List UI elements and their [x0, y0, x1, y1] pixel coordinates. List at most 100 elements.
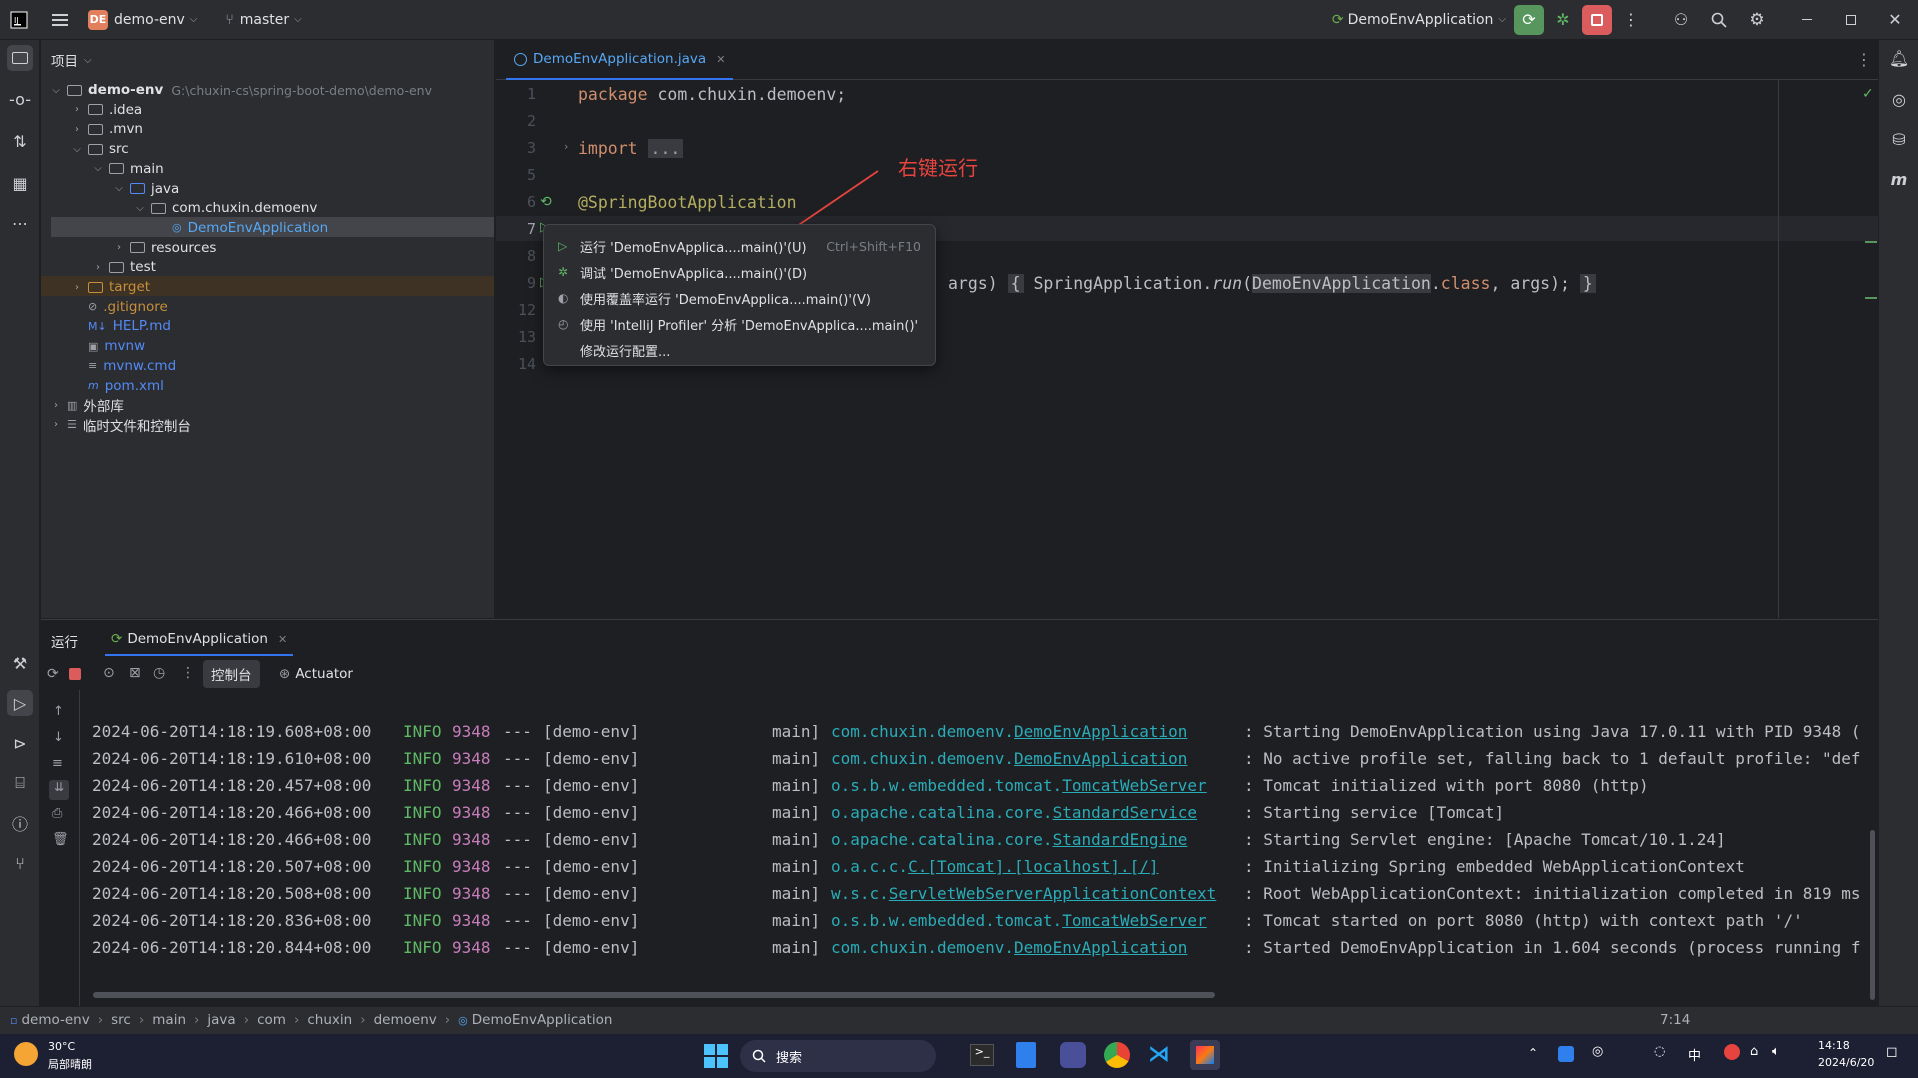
- database-button[interactable]: ⛁: [1886, 126, 1912, 152]
- volume-icon[interactable]: 🔈︎: [1772, 1044, 1780, 1059]
- project-tool-button[interactable]: [7, 45, 33, 71]
- chevron-down-icon[interactable]: ⌵: [91, 163, 105, 174]
- project-panel-title[interactable]: 项目 ⌵: [51, 50, 92, 70]
- rerun-icon[interactable]: ⟳: [47, 666, 59, 682]
- weather-desc[interactable]: 局部晴朗: [48, 1056, 92, 1072]
- run-tab[interactable]: ⟳ DemoEnvApplication ✕: [105, 624, 294, 656]
- main-menu-icon[interactable]: [46, 5, 76, 35]
- chevron-down-icon[interactable]: ⌵: [112, 183, 126, 194]
- maven-button[interactable]: m: [1886, 166, 1912, 192]
- caret-position[interactable]: 7:14: [1660, 1012, 1690, 1028]
- log-logger-link[interactable]: StandardService: [1053, 803, 1198, 822]
- chevron-right-icon[interactable]: ›: [112, 242, 126, 253]
- actuator-tab[interactable]: ⊛ Actuator: [279, 660, 353, 688]
- run-tool-button[interactable]: ▷: [7, 690, 33, 716]
- clock-date[interactable]: 2024/6/20: [1818, 1056, 1874, 1069]
- breadcrumb-item[interactable]: main: [152, 1012, 186, 1028]
- chevron-right-icon[interactable]: ›: [49, 419, 63, 430]
- breadcrumb-item[interactable]: DemoEnvApplication: [472, 1012, 613, 1028]
- chevron-down-icon[interactable]: ⌵: [49, 85, 63, 96]
- arrow-up-icon[interactable]: ↑: [53, 704, 64, 719]
- log-logger-link[interactable]: DemoEnvApplication: [1014, 749, 1187, 768]
- dump-threads-icon[interactable]: ◷: [153, 665, 165, 681]
- code-with-me-button[interactable]: ⚇: [1666, 5, 1696, 35]
- context-menu-item[interactable]: ✲ 调试 'DemoEnvApplica....main()'(D): [550, 259, 929, 285]
- commit-tool-button[interactable]: -o-: [7, 86, 33, 112]
- log-logger-link[interactable]: C.[Tomcat].[localhost].[/]: [908, 857, 1158, 876]
- clock-time[interactable]: 14:18: [1818, 1039, 1850, 1052]
- tree-item[interactable]: › ☰ 临时文件和控制台: [49, 413, 191, 437]
- more-vertical-icon[interactable]: ⋮: [181, 665, 195, 681]
- close-window-button[interactable]: ✕: [1880, 5, 1910, 35]
- weather-temp[interactable]: 30°C: [48, 1040, 75, 1053]
- context-menu-item[interactable]: ▷ 运行 'DemoEnvApplica....main()'(U) Ctrl+Sh…: [550, 233, 929, 259]
- stop-icon[interactable]: [69, 668, 81, 680]
- log-logger-link[interactable]: DemoEnvApplication: [1014, 722, 1187, 741]
- chevron-up-icon[interactable]: ⌃: [1528, 1046, 1538, 1060]
- tray-app-icon[interactable]: ◎: [1592, 1044, 1603, 1059]
- context-menu-item[interactable]: ◴ 使用 'IntelliJ Profiler' 分析 'DemoEnvAppli…: [550, 311, 929, 337]
- context-menu-item[interactable]: 修改运行配置...: [550, 337, 929, 363]
- more-vertical-icon[interactable]: ⋮: [1856, 50, 1872, 69]
- structure-tool-button[interactable]: ▦: [7, 170, 33, 196]
- folded-brace[interactable]: }: [1579, 274, 1596, 293]
- log-logger-link[interactable]: TomcatWebServer: [1062, 776, 1207, 795]
- stop-button[interactable]: [1582, 4, 1612, 35]
- log-logger-link[interactable]: StandardEngine: [1053, 830, 1188, 849]
- spring-bean-gutter-icon[interactable]: ⟲: [540, 194, 552, 210]
- windows-start-button[interactable]: [704, 1044, 728, 1072]
- notepad-app-icon[interactable]: [1016, 1042, 1036, 1068]
- project-switcher[interactable]: DE demo-env ⌵: [88, 9, 197, 30]
- more-tools-button[interactable]: ⋯: [7, 210, 33, 236]
- minimize-button[interactable]: [1792, 5, 1822, 35]
- chevron-down-icon[interactable]: ⌵: [133, 203, 147, 214]
- notifications-button[interactable]: 🔔︎: [1886, 45, 1912, 71]
- chrome-app-icon[interactable]: [1104, 1042, 1130, 1068]
- rerun-button[interactable]: ⟳: [1514, 4, 1544, 35]
- more-actions-button[interactable]: ⋮: [1616, 5, 1646, 35]
- breadcrumb-item[interactable]: java: [207, 1012, 235, 1028]
- ime-indicator[interactable]: 中: [1688, 1045, 1701, 1064]
- discord-app-icon[interactable]: [1060, 1042, 1086, 1068]
- search-everywhere-button[interactable]: [1704, 5, 1734, 35]
- camera-icon[interactable]: ⊙: [103, 665, 115, 681]
- terminal-app-icon[interactable]: >_: [970, 1044, 994, 1066]
- context-menu-item[interactable]: ◐ 使用覆盖率运行 'DemoEnvApplica....main()'(V): [550, 285, 929, 311]
- folded-imports[interactable]: ...: [647, 139, 684, 158]
- horizontal-scrollbar[interactable]: [93, 992, 1215, 998]
- branch-switcher[interactable]: ⑂ master ⌵: [225, 12, 301, 28]
- breadcrumb-item[interactable]: com: [257, 1012, 286, 1028]
- tray-app-icon[interactable]: ◌: [1654, 1044, 1665, 1059]
- chevron-right-icon[interactable]: ›: [49, 400, 63, 411]
- log-logger-link[interactable]: DemoEnvApplication: [1014, 938, 1187, 957]
- console-tab[interactable]: 控制台: [203, 660, 260, 688]
- vertical-scrollbar[interactable]: [1870, 830, 1875, 1000]
- debug-button[interactable]: ✲: [1548, 5, 1578, 35]
- sogou-ime-icon[interactable]: [1724, 1044, 1740, 1060]
- chevron-right-icon[interactable]: ›: [91, 262, 105, 273]
- network-icon[interactable]: ⌂: [1750, 1044, 1758, 1059]
- build-tool-button[interactable]: ⚒: [7, 650, 33, 676]
- tray-app-icon[interactable]: [1558, 1046, 1574, 1062]
- pull-requests-button[interactable]: ⇅: [7, 128, 33, 154]
- breadcrumb-item[interactable]: demoenv: [374, 1012, 437, 1028]
- restore-button[interactable]: [1836, 5, 1866, 35]
- chevron-right-icon[interactable]: ›: [70, 104, 84, 115]
- run-config-selector[interactable]: ⟳ DemoEnvApplication ⌵: [1332, 12, 1506, 28]
- folded-brace[interactable]: {: [1007, 274, 1024, 293]
- vscode-app-icon[interactable]: ⋊: [1148, 1042, 1170, 1067]
- log-logger-link[interactable]: ServletWebServerApplicationContext: [889, 884, 1217, 903]
- chevron-right-icon[interactable]: ›: [70, 124, 84, 135]
- breadcrumb-item[interactable]: demo-env: [21, 1012, 89, 1028]
- chevron-right-icon[interactable]: ›: [70, 282, 84, 293]
- breadcrumb-item[interactable]: chuxin: [307, 1012, 352, 1028]
- close-tab-icon[interactable]: ✕: [716, 53, 725, 66]
- intellij-app-icon[interactable]: [1190, 1040, 1220, 1070]
- close-tab-icon[interactable]: ✕: [278, 633, 287, 646]
- log-logger-link[interactable]: TomcatWebServer: [1062, 911, 1207, 930]
- notification-center-icon[interactable]: ◻: [1886, 1044, 1898, 1060]
- fold-chevron-icon[interactable]: ›: [564, 140, 568, 153]
- exit-icon[interactable]: ⊠: [129, 665, 141, 681]
- intellij-logo-icon[interactable]: IJ: [4, 5, 34, 35]
- chevron-down-icon[interactable]: ⌵: [70, 144, 84, 155]
